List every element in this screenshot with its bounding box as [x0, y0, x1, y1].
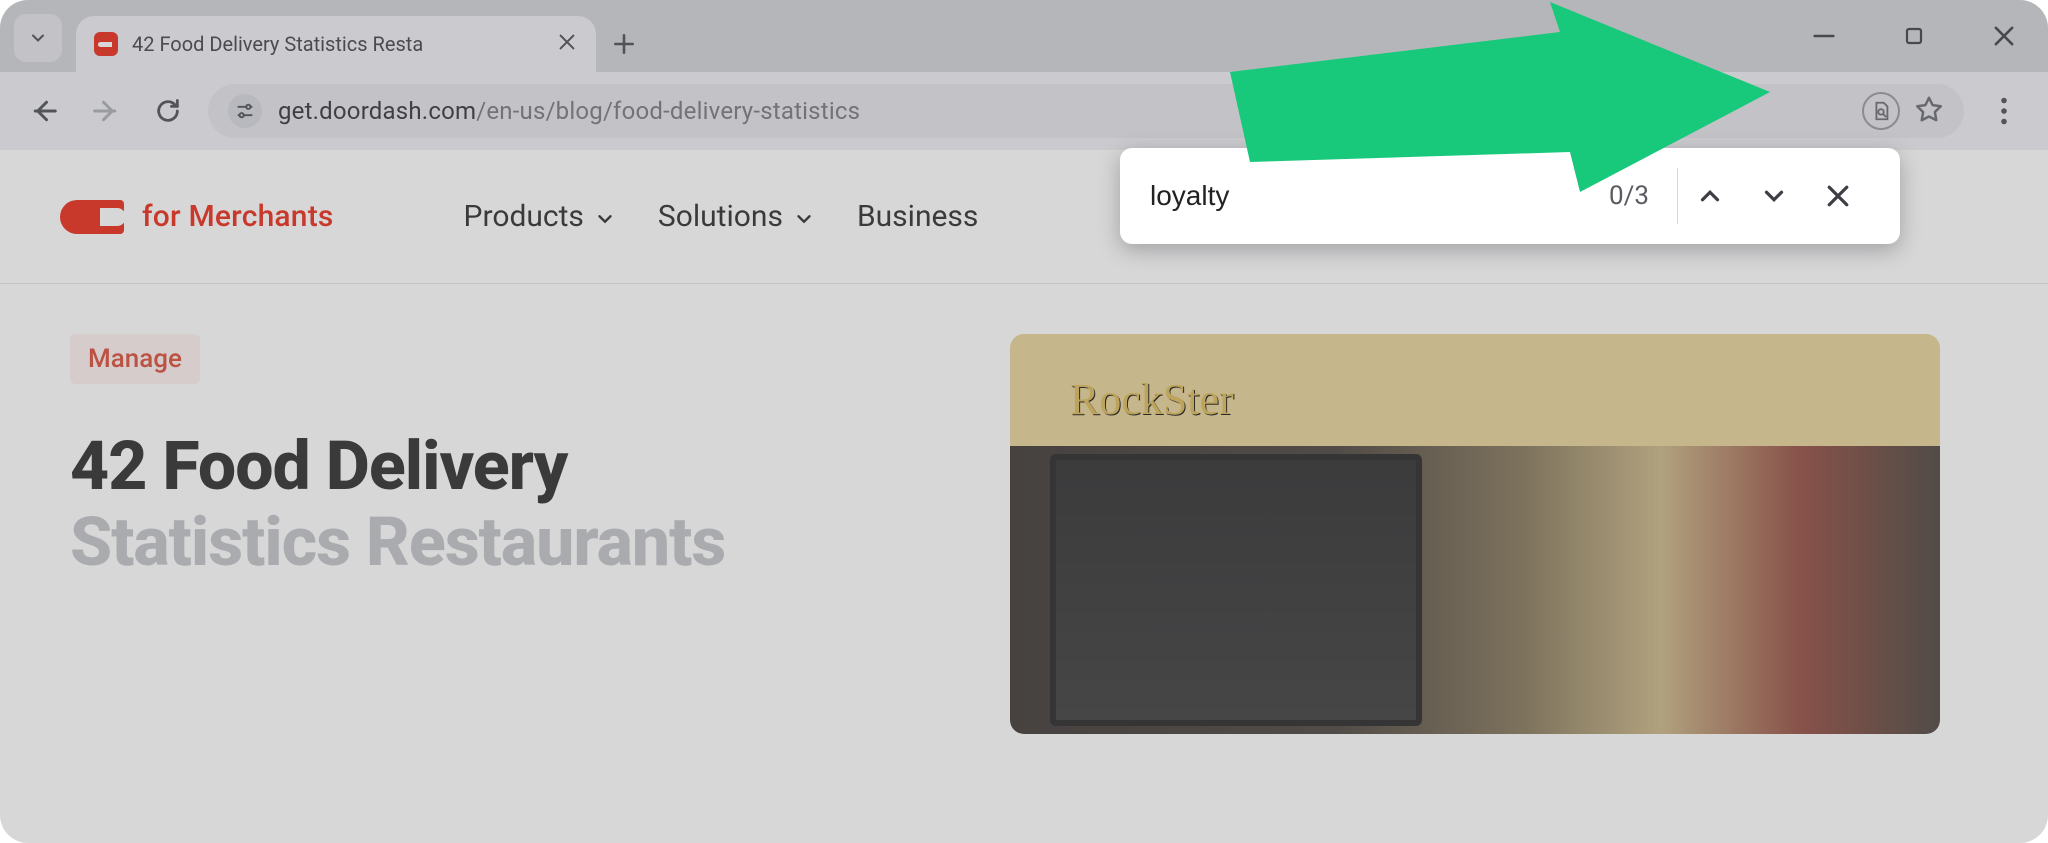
tab-strip: 42 Food Delivery Statistics Resta	[0, 0, 2048, 72]
omnibox[interactable]: get.doordash.com/en-us/blog/food-deliver…	[208, 84, 1964, 138]
headline-line1: 42 Food Delivery	[70, 426, 567, 506]
window-maximize-button[interactable]	[1902, 24, 1926, 48]
chevron-down-icon	[793, 208, 815, 230]
find-count: 0/3	[1609, 181, 1677, 211]
page-search-icon	[1870, 100, 1892, 122]
tab-close-button[interactable]	[556, 31, 578, 57]
bookmark-button[interactable]	[1914, 94, 1944, 128]
reload-button[interactable]	[146, 89, 190, 133]
url-text: get.doordash.com/en-us/blog/food-deliver…	[278, 97, 860, 125]
article-content: Manage 42 Food Delivery Statistics Resta…	[0, 284, 2048, 734]
nav-solutions[interactable]: Solutions	[658, 199, 815, 234]
article-headline: 42 Food Delivery Statistics Restaurants	[70, 428, 950, 580]
close-icon	[1990, 22, 2018, 50]
window-close-button[interactable]	[1990, 22, 2018, 50]
find-next-button[interactable]	[1742, 164, 1806, 228]
category-tag[interactable]: Manage	[70, 334, 200, 384]
nav-business-label: Business	[857, 199, 978, 234]
forward-button[interactable]	[84, 89, 128, 133]
doordash-logo-icon	[60, 200, 124, 234]
find-close-button[interactable]	[1806, 164, 1870, 228]
tab-title: 42 Food Delivery Statistics Resta	[132, 32, 423, 56]
close-icon	[556, 31, 578, 53]
tab-search-button[interactable]	[14, 14, 62, 62]
browser-tab[interactable]: 42 Food Delivery Statistics Resta	[76, 16, 596, 72]
nav-products-label: Products	[464, 199, 584, 234]
close-icon	[1823, 181, 1853, 211]
tune-icon	[235, 101, 255, 121]
browser-toolbar: get.doordash.com/en-us/blog/food-deliver…	[0, 72, 2048, 150]
more-vertical-icon	[2000, 97, 2008, 125]
hero-image-wrap	[1010, 334, 1978, 734]
plus-icon	[611, 31, 637, 57]
nav-business[interactable]: Business	[857, 199, 978, 234]
brand[interactable]: for Merchants	[60, 199, 334, 234]
find-in-page-indicator-button[interactable]	[1862, 92, 1900, 130]
minimize-icon	[1810, 22, 1838, 50]
chevron-down-icon	[594, 208, 616, 230]
chevron-down-icon	[1759, 181, 1789, 211]
find-in-page-bar: 0/3	[1120, 148, 1900, 244]
nav-solutions-label: Solutions	[658, 199, 783, 234]
maximize-icon	[1902, 24, 1926, 48]
chevron-down-icon	[28, 28, 48, 48]
doordash-favicon-icon	[94, 32, 118, 56]
url-path: /en-us/blog/food-delivery-statistics	[476, 97, 860, 125]
url-host: get.doordash.com	[278, 97, 476, 125]
window-minimize-button[interactable]	[1810, 22, 1838, 50]
brand-text: for Merchants	[142, 199, 334, 234]
new-tab-button[interactable]	[596, 16, 652, 72]
nav-products[interactable]: Products	[464, 199, 616, 234]
site-info-button[interactable]	[228, 94, 262, 128]
hero-image	[1010, 334, 1940, 734]
arrow-right-icon	[91, 96, 121, 126]
arrow-left-icon	[29, 96, 59, 126]
window-controls	[1810, 0, 2018, 72]
reload-icon	[154, 97, 182, 125]
headline-line2: Statistics Restaurants	[70, 502, 725, 582]
chrome-menu-button[interactable]	[1982, 89, 2026, 133]
find-prev-button[interactable]	[1678, 164, 1742, 228]
find-input[interactable]	[1150, 180, 1511, 212]
star-icon	[1914, 94, 1944, 124]
primary-nav: Products Solutions Business	[464, 199, 979, 234]
chevron-up-icon	[1695, 181, 1725, 211]
back-button[interactable]	[22, 89, 66, 133]
page-viewport: for Merchants Products Solutions Busines…	[0, 150, 2048, 843]
